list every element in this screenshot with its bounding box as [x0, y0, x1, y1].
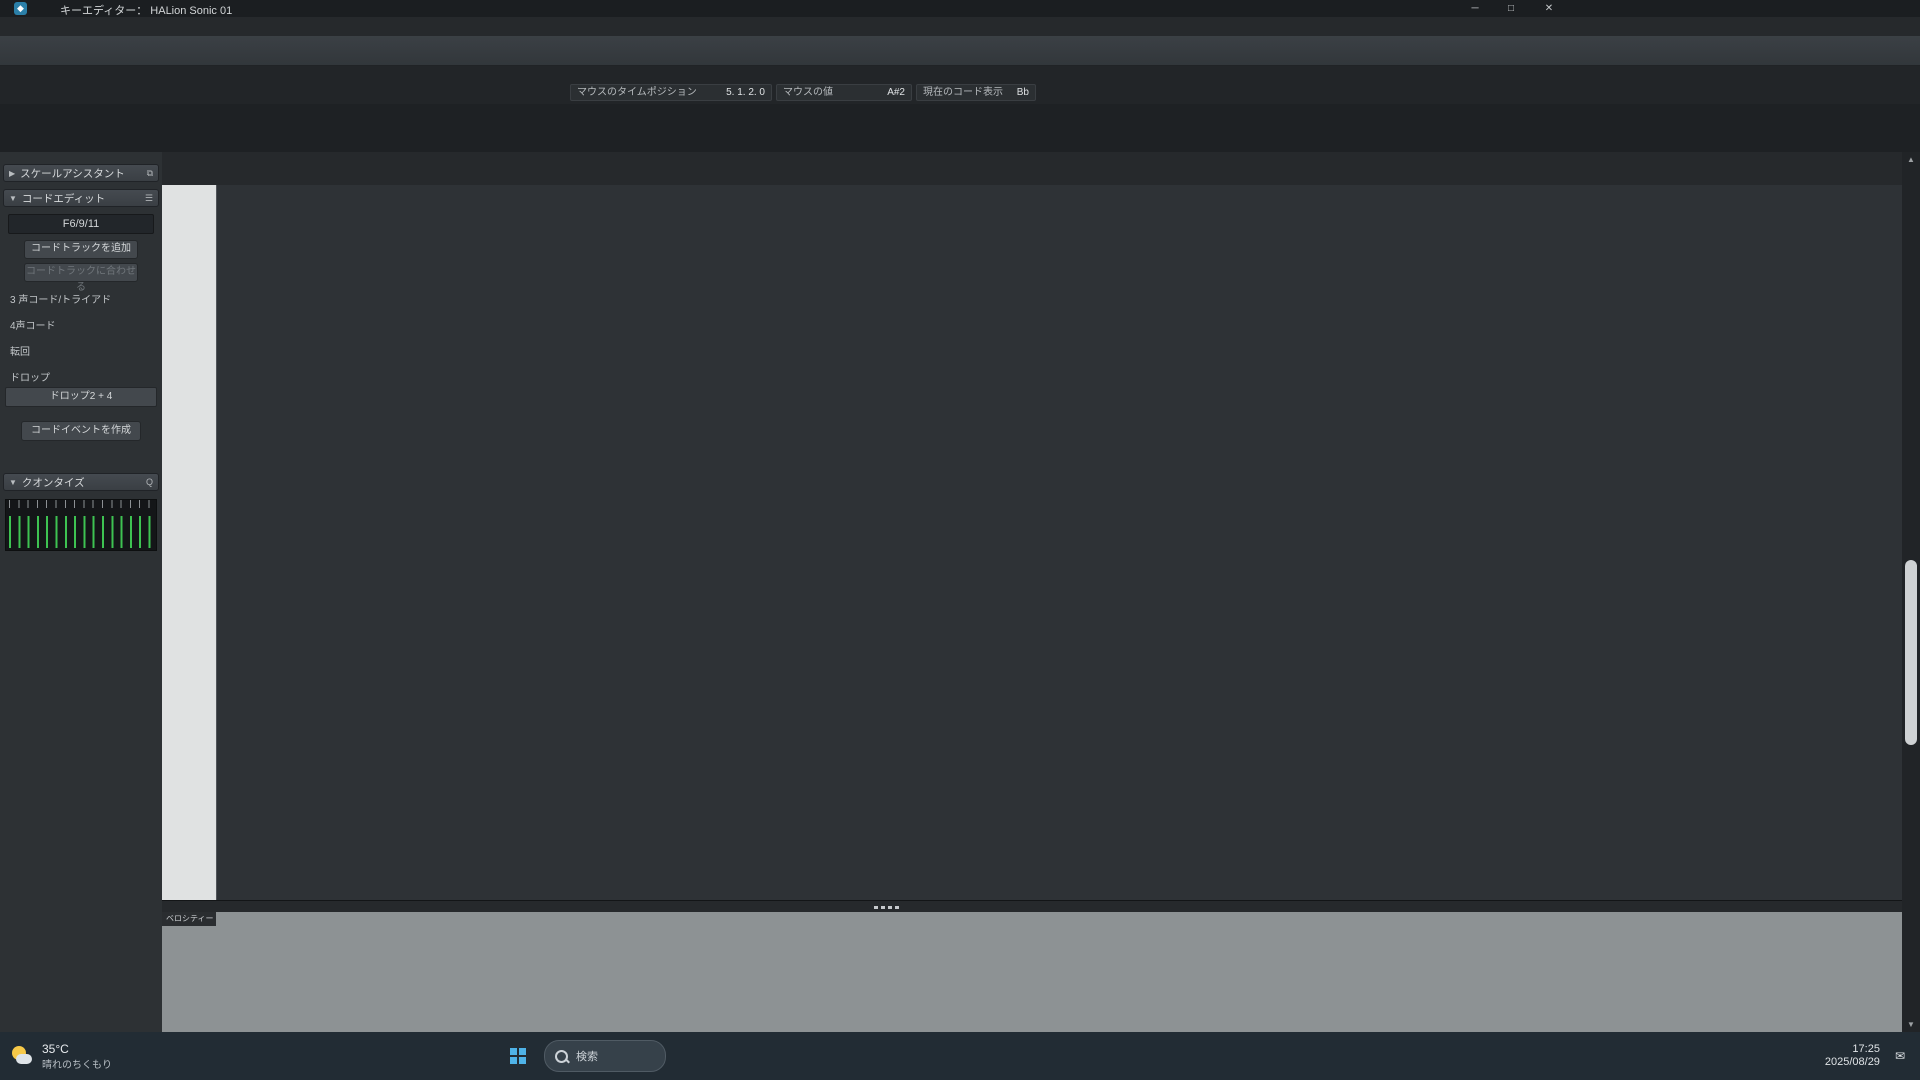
system-tray: 17:25 2025/08/29 ✉ [1803, 1043, 1912, 1069]
triads-label: 3 声コード/トライアド [10, 291, 152, 306]
taskbar-center: 検索 [500, 1040, 674, 1072]
windows-taskbar: 35°C 晴れのちくもり 検索 17:25 2025/08/29 ✉ [0, 1032, 1920, 1080]
lane-divider-handle[interactable] [874, 906, 902, 909]
quantize-icon: Q [146, 477, 153, 487]
title-bar: ◆ キーエディター： HALion Sonic 01 ─ □ ✕ [0, 0, 1920, 17]
toolbar [0, 36, 1920, 66]
mouse-time-position: マウスのタイムポジション 5. 1. 2. 0 [570, 84, 772, 101]
drop-2-4-button[interactable]: ドロップ2 + 4 [5, 387, 157, 407]
scroll-down-icon[interactable]: ▼ [1902, 1020, 1920, 1029]
minimize-button[interactable]: ─ [1460, 0, 1490, 17]
taskbar-clock[interactable]: 17:25 2025/08/29 [1825, 1043, 1880, 1069]
vertical-scrollbar[interactable]: ▲ ▼ [1902, 152, 1920, 1032]
close-button[interactable]: ✕ [1534, 0, 1564, 17]
chevron-down-icon: ▼ [9, 194, 17, 203]
chevron-right-icon: ▶ [9, 169, 15, 178]
scroll-up-icon[interactable]: ▲ [1902, 155, 1920, 164]
drop-label: ドロップ [10, 369, 152, 384]
quantize-grid-ticks [9, 500, 153, 508]
current-chord-readout: F6/9/11 [8, 214, 154, 234]
current-chord-display: 現在のコード表示 Bb [916, 84, 1036, 101]
menu-bar [0, 17, 1920, 36]
start-button[interactable] [505, 1043, 531, 1069]
search-box[interactable]: 検索 [544, 1040, 666, 1072]
notification-icon[interactable]: ✉ [1895, 1049, 1905, 1063]
velocity-lane[interactable]: ベロシティー [162, 912, 1902, 1032]
section-chord-edit[interactable]: ▼ コードエディット ☰ [3, 189, 159, 207]
app-icon: ◆ [14, 2, 27, 15]
info-line [0, 104, 1920, 153]
quantize-grid-lines [9, 516, 153, 548]
velocity-lane-label: ベロシティー [162, 912, 216, 926]
inversion-label: 転回 [10, 343, 152, 358]
chevron-down-icon: ▼ [9, 478, 17, 487]
status-row: マウスのタイムポジション 5. 1. 2. 0 マウスの値 A#2 現在のコード… [0, 66, 1920, 104]
weather-icon [10, 1044, 34, 1068]
weather-temp: 35°C [42, 1042, 112, 1056]
window-icon: ⧉ [147, 168, 153, 179]
weather-widget[interactable]: 35°C 晴れのちくもり [10, 1042, 160, 1071]
maximize-button[interactable]: □ [1496, 0, 1526, 17]
menu-icon: ☰ [145, 193, 153, 204]
note-grid[interactable] [216, 185, 1902, 900]
tetrads-label: 4声コード [10, 317, 152, 332]
section-scale-assistant[interactable]: ▶ スケールアシスタント ⧉ [3, 164, 159, 182]
window-title: キーエディター： HALion Sonic 01 [60, 2, 232, 18]
timeline-ruler[interactable] [216, 152, 1902, 186]
add-chord-track-button[interactable]: コードトラックを追加 [24, 240, 138, 259]
mouse-value: マウスの値 A#2 [776, 84, 912, 101]
create-chord-event-button[interactable]: コードイベントを作成 [21, 421, 141, 441]
scrollbar-thumb[interactable] [1905, 560, 1917, 745]
piano-keyboard[interactable] [162, 185, 217, 900]
search-icon [555, 1050, 568, 1063]
section-quantize[interactable]: ▼ クオンタイズ Q [3, 473, 159, 491]
quantize-grid-display [5, 499, 157, 551]
left-zone-panel: ▶ スケールアシスタント ⧉ ▼ コードエディット ☰ F6/9/11 コードト… [0, 152, 163, 1032]
ruler-corner [162, 152, 216, 186]
match-chord-track-button[interactable]: コードトラックに合わせる [24, 263, 138, 282]
windows-logo-icon [510, 1048, 526, 1064]
weather-desc: 晴れのちくもり [42, 1056, 112, 1071]
